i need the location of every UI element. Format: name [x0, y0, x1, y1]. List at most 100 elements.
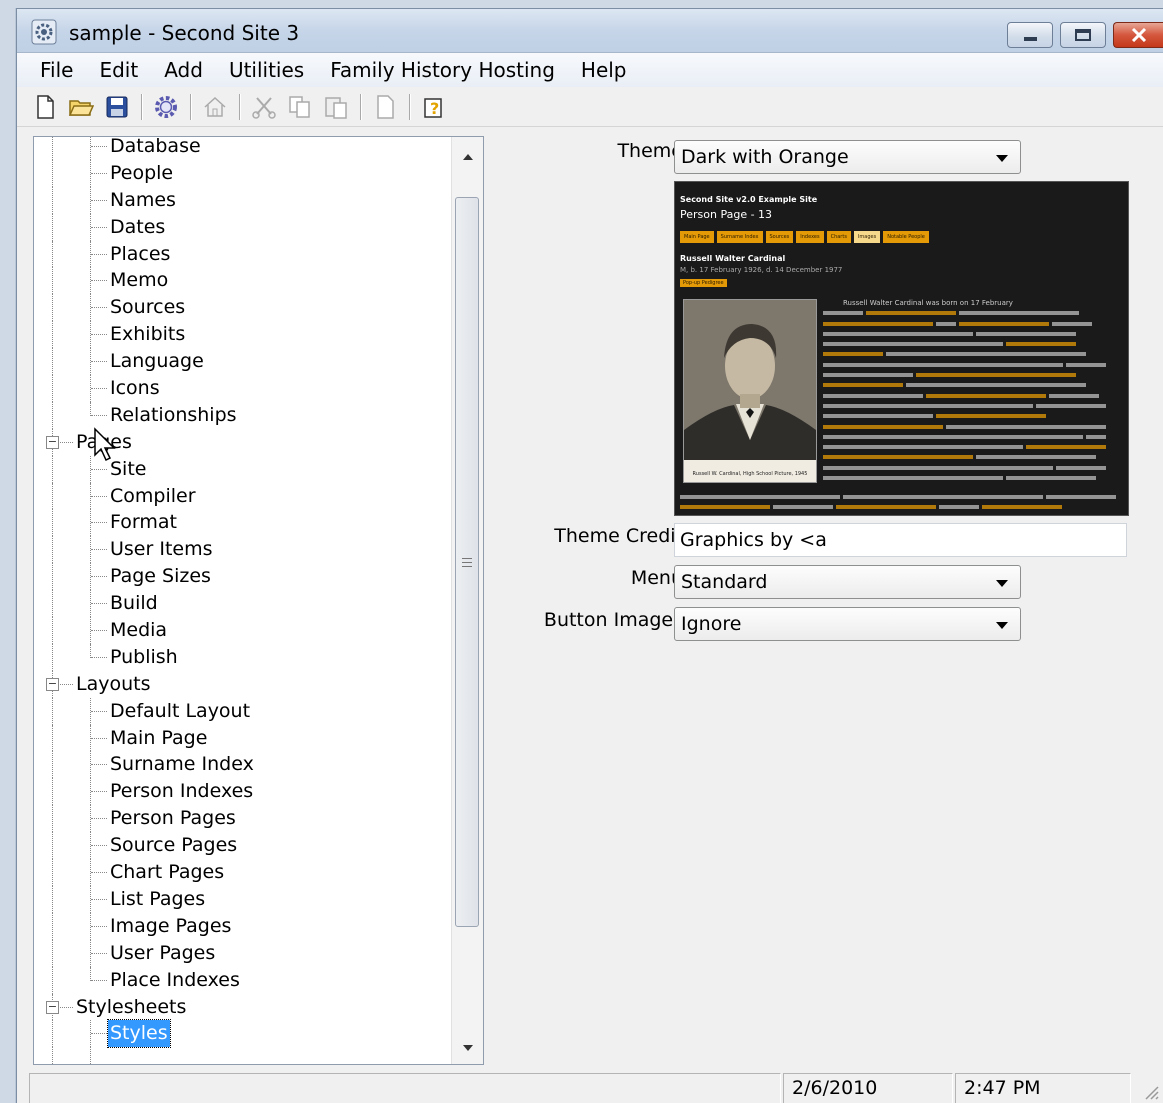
tree-connector — [52, 563, 53, 591]
menu-utilities[interactable]: Utilities — [216, 58, 317, 82]
button-images-select[interactable]: Ignore — [674, 607, 1021, 641]
menu-file[interactable]: File — [27, 58, 86, 82]
tree-item[interactable]: Places — [34, 240, 452, 268]
tree-connector — [91, 146, 107, 147]
tree-item-label: Place Indexes — [110, 968, 240, 991]
theme-select[interactable]: Dark with Orange — [674, 140, 1021, 174]
paste-icon — [325, 96, 347, 119]
tree-connector — [52, 348, 53, 376]
toolbar-separator — [360, 93, 361, 120]
minimize-button[interactable] — [1007, 22, 1053, 48]
tree-connector — [91, 603, 107, 605]
preview-popup-button: Pop-up Pedigree — [680, 279, 727, 287]
save-button[interactable] — [99, 90, 135, 124]
tree-item-label: Format — [110, 511, 177, 534]
menu-select[interactable]: Standard — [674, 565, 1021, 599]
tree-item[interactable]: Surname Index — [34, 751, 452, 779]
maximize-button[interactable] — [1060, 22, 1106, 48]
tree-item-label: Page Sizes — [110, 565, 211, 588]
tree-connector — [91, 495, 107, 497]
tree-item[interactable]: List Pages — [34, 885, 452, 913]
help-button[interactable]: ? — [416, 90, 452, 124]
settings-tree[interactable]: Database People Names Dates Places Memo Source… — [33, 136, 484, 1065]
menu-help[interactable]: Help — [568, 58, 640, 82]
tree-item[interactable]: Names — [34, 186, 452, 214]
tree-connector — [91, 199, 107, 201]
tree-item[interactable]: Icons — [34, 375, 452, 402]
tree-item[interactable]: Place Indexes — [34, 966, 452, 994]
tree-item[interactable]: Chart Pages — [34, 859, 452, 886]
scroll-up-arrow[interactable] — [452, 141, 483, 173]
tree-item[interactable]: Main Page — [34, 724, 452, 752]
tree-item[interactable]: Database — [34, 137, 452, 160]
tree-item-label: Dates — [110, 215, 166, 238]
tree-item[interactable]: Compiler — [34, 482, 452, 510]
new-icon — [37, 94, 54, 119]
collapse-icon[interactable]: − — [46, 677, 59, 691]
tree-item[interactable]: Sources — [34, 294, 452, 322]
tree-item[interactable]: Memo — [34, 267, 452, 295]
tree-connector — [52, 159, 53, 187]
tree-connector — [52, 267, 53, 295]
tree-item[interactable]: Page Sizes — [34, 563, 452, 591]
menu-add[interactable]: Add — [151, 58, 216, 82]
collapse-icon[interactable]: − — [46, 1000, 59, 1014]
resize-grip-icon[interactable] — [1143, 1084, 1159, 1100]
tree-item[interactable]: Image Pages — [34, 912, 452, 940]
preview-biography: Russell Walter Cardinal was born on 17 F… — [823, 298, 1125, 483]
tree-item[interactable]: Person Pages — [34, 805, 452, 833]
new-button[interactable] — [27, 90, 63, 124]
button-images-value: Ignore — [681, 613, 742, 635]
copy-button — [282, 90, 318, 124]
settings-button[interactable] — [148, 90, 184, 124]
tree-connector — [52, 939, 53, 967]
scroll-thumb[interactable] — [455, 197, 479, 927]
tree-item[interactable]: User Items — [34, 536, 452, 564]
menu-edit[interactable]: Edit — [86, 58, 151, 82]
tree-connector — [52, 213, 53, 241]
tree-item[interactable]: Media — [34, 617, 452, 644]
tree-connector — [91, 280, 107, 282]
close-button[interactable] — [1113, 22, 1163, 48]
tree-connector — [91, 630, 107, 632]
tree-connector — [91, 253, 107, 255]
preview-nav-item: Images — [853, 231, 881, 243]
tree-item[interactable]: Language — [34, 348, 452, 376]
tree-connector — [90, 643, 91, 658]
tree-connector — [91, 226, 107, 228]
tree-item[interactable]: Person Indexes — [34, 778, 452, 806]
theme-label: Theme — [617, 140, 683, 162]
theme-credit-field[interactable]: Graphics by <a — [674, 523, 1127, 557]
preview-nav-item: Charts — [826, 231, 851, 243]
preview-person-dates: M, b. 17 February 1926, d. 14 December 1… — [680, 266, 843, 274]
open-button[interactable] — [63, 90, 99, 124]
tree-item[interactable]: Publish — [34, 643, 452, 671]
tree-item[interactable]: Dates — [34, 213, 452, 241]
tree-item-label: Chart Pages — [110, 861, 225, 884]
arrow-down-icon — [463, 1045, 473, 1051]
tree-item — [34, 1047, 452, 1064]
tree-group-node[interactable]: − Stylesheets — [34, 993, 452, 1021]
tree-connector — [91, 898, 107, 900]
tree-item[interactable]: Styles — [34, 1019, 452, 1049]
tree-item[interactable]: Default Layout — [34, 697, 452, 725]
menu-family-history-hosting[interactable]: Family History Hosting — [317, 58, 568, 82]
tree-item-label: User Items — [110, 538, 213, 561]
tree-item[interactable]: Build — [34, 590, 452, 618]
collapse-icon[interactable]: − — [46, 435, 59, 449]
tree-connector — [91, 414, 107, 416]
tree-item[interactable]: User Pages — [34, 939, 452, 967]
tree-item[interactable]: People — [34, 159, 452, 187]
tree-item[interactable]: Exhibits — [34, 321, 452, 349]
tree-scrollbar[interactable] — [451, 137, 483, 1064]
preview-nav-item: Sources — [765, 231, 794, 243]
preview-page-title: Person Page - 13 — [680, 208, 773, 221]
tree-group-node[interactable]: − Layouts — [34, 670, 452, 698]
tree-item[interactable]: Relationships — [34, 401, 452, 429]
chevron-down-icon — [996, 580, 1008, 587]
tree-connector — [91, 872, 107, 874]
tree-connector — [52, 885, 53, 913]
scroll-down-arrow[interactable] — [452, 1032, 483, 1064]
tree-item[interactable]: Format — [34, 509, 452, 537]
tree-item[interactable]: Source Pages — [34, 832, 452, 860]
